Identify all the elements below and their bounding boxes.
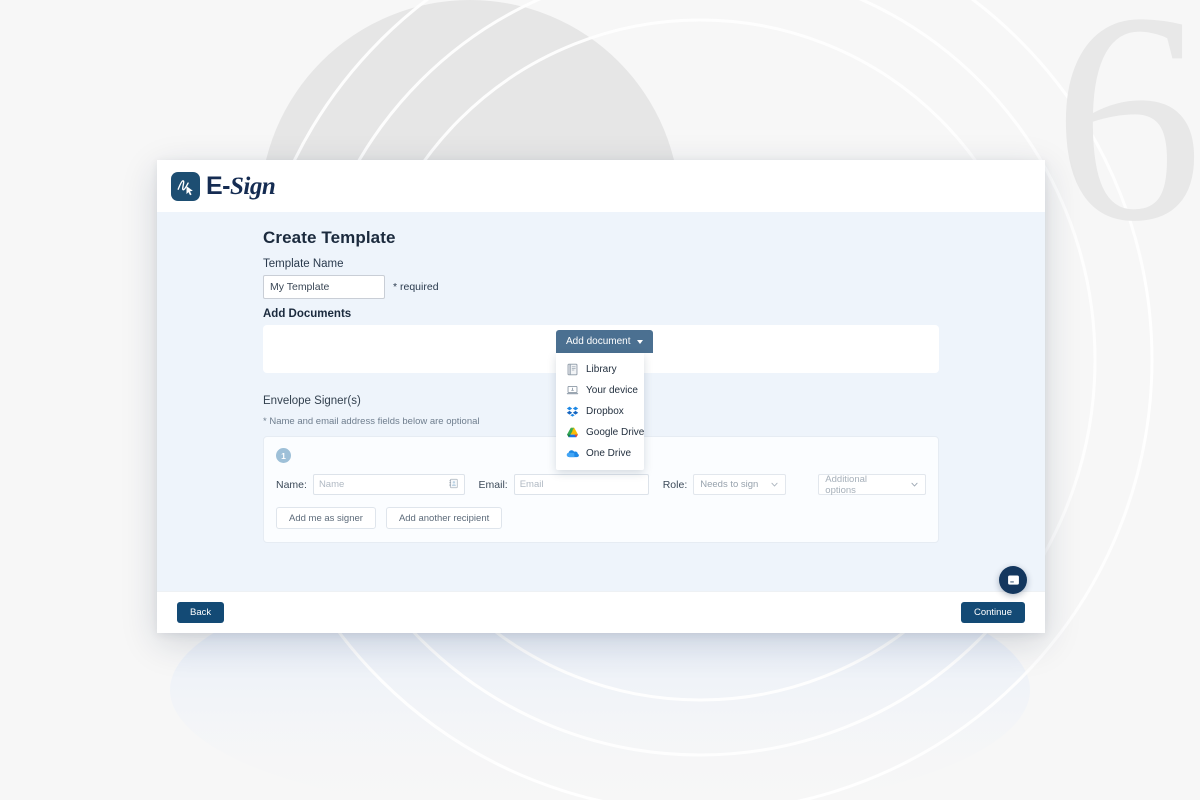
address-book-icon[interactable] bbox=[448, 478, 459, 492]
signer-name-label: Name: bbox=[276, 478, 307, 491]
menu-item-google-drive[interactable]: Google Drive bbox=[556, 422, 644, 443]
add-document-dropdown: Add document Library Your device Dropbox… bbox=[556, 330, 653, 470]
add-me-as-signer-button[interactable]: Add me as signer bbox=[276, 507, 376, 529]
chevron-down-icon bbox=[911, 482, 918, 487]
signer-role-select[interactable]: Needs to sign bbox=[693, 474, 787, 495]
required-note: * required bbox=[393, 281, 439, 293]
app-footer: Back Continue bbox=[157, 566, 1045, 633]
esign-logo[interactable]: E- Sign bbox=[165, 171, 276, 201]
google-drive-icon bbox=[566, 426, 579, 439]
menu-item-your-device-label: Your device bbox=[586, 385, 638, 396]
menu-item-google-drive-label: Google Drive bbox=[586, 427, 645, 438]
logo-wordmark: E- Sign bbox=[206, 171, 276, 200]
app-body: Create Template Template Name * required… bbox=[157, 212, 1045, 591]
continue-button[interactable]: Continue bbox=[960, 602, 1025, 623]
page-title: Create Template bbox=[263, 228, 396, 247]
signer-role-label: Role: bbox=[662, 478, 688, 491]
additional-options-select[interactable]: Additional options bbox=[818, 473, 926, 496]
app-window: E-Sign Create Template Template Name * r… bbox=[157, 160, 1045, 633]
logo-text-e: E- bbox=[206, 171, 231, 200]
signer-order-badge: 1 bbox=[276, 448, 291, 463]
library-document-icon bbox=[566, 363, 579, 376]
chat-bubble-icon[interactable] bbox=[999, 566, 1027, 594]
signer-fields-row: Name: Name Email: Email Role: Needs to s… bbox=[276, 473, 926, 496]
onedrive-cloud-icon bbox=[566, 447, 579, 460]
document-dropzone[interactable]: Add document Library Your device Dropbox… bbox=[263, 325, 939, 470]
add-document-button[interactable]: Add document bbox=[556, 330, 653, 353]
signer-action-buttons: Add me as signer Add another recipient bbox=[276, 507, 926, 529]
dropbox-icon bbox=[566, 405, 579, 418]
chevron-down-icon bbox=[771, 482, 778, 487]
back-button[interactable]: Back bbox=[177, 602, 225, 623]
signer-email-label: Email: bbox=[478, 478, 508, 491]
app-header: E- Sign bbox=[157, 160, 1045, 212]
add-documents-label: Add Documents bbox=[263, 308, 352, 320]
menu-item-one-drive-label: One Drive bbox=[586, 448, 632, 459]
menu-item-dropbox-label: Dropbox bbox=[586, 406, 624, 417]
menu-item-one-drive[interactable]: One Drive bbox=[556, 443, 644, 464]
template-name-row: * required bbox=[263, 275, 939, 299]
signature-cursor-icon bbox=[171, 171, 200, 201]
background-numeral: 6 bbox=[1053, 0, 1200, 283]
signer-email-placeholder: Email bbox=[519, 479, 544, 490]
laptop-device-icon bbox=[566, 384, 579, 397]
menu-item-dropbox[interactable]: Dropbox bbox=[556, 401, 644, 422]
additional-options-value: Additional options bbox=[825, 473, 868, 496]
content-area: Create Template Template Name * required… bbox=[157, 228, 1045, 543]
menu-item-library[interactable]: Library bbox=[556, 359, 644, 380]
logo-text-sign: Sign bbox=[230, 172, 276, 200]
menu-item-library-label: Library bbox=[586, 364, 617, 375]
signer-email-input[interactable]: Email bbox=[513, 474, 649, 495]
menu-item-your-device[interactable]: Your device bbox=[556, 380, 644, 401]
template-name-input[interactable] bbox=[263, 275, 385, 299]
signer-name-placeholder: Name bbox=[318, 479, 345, 490]
chevron-down-icon bbox=[636, 339, 643, 344]
add-document-button-label: Add document bbox=[566, 336, 631, 347]
add-another-recipient-button[interactable]: Add another recipient bbox=[385, 507, 503, 529]
template-name-label: Template Name bbox=[263, 258, 344, 270]
signer-role-value: Needs to sign bbox=[700, 479, 759, 490]
add-document-menu: Library Your device Dropbox Google Drive… bbox=[556, 353, 644, 470]
signer-name-input[interactable]: Name bbox=[312, 474, 465, 495]
